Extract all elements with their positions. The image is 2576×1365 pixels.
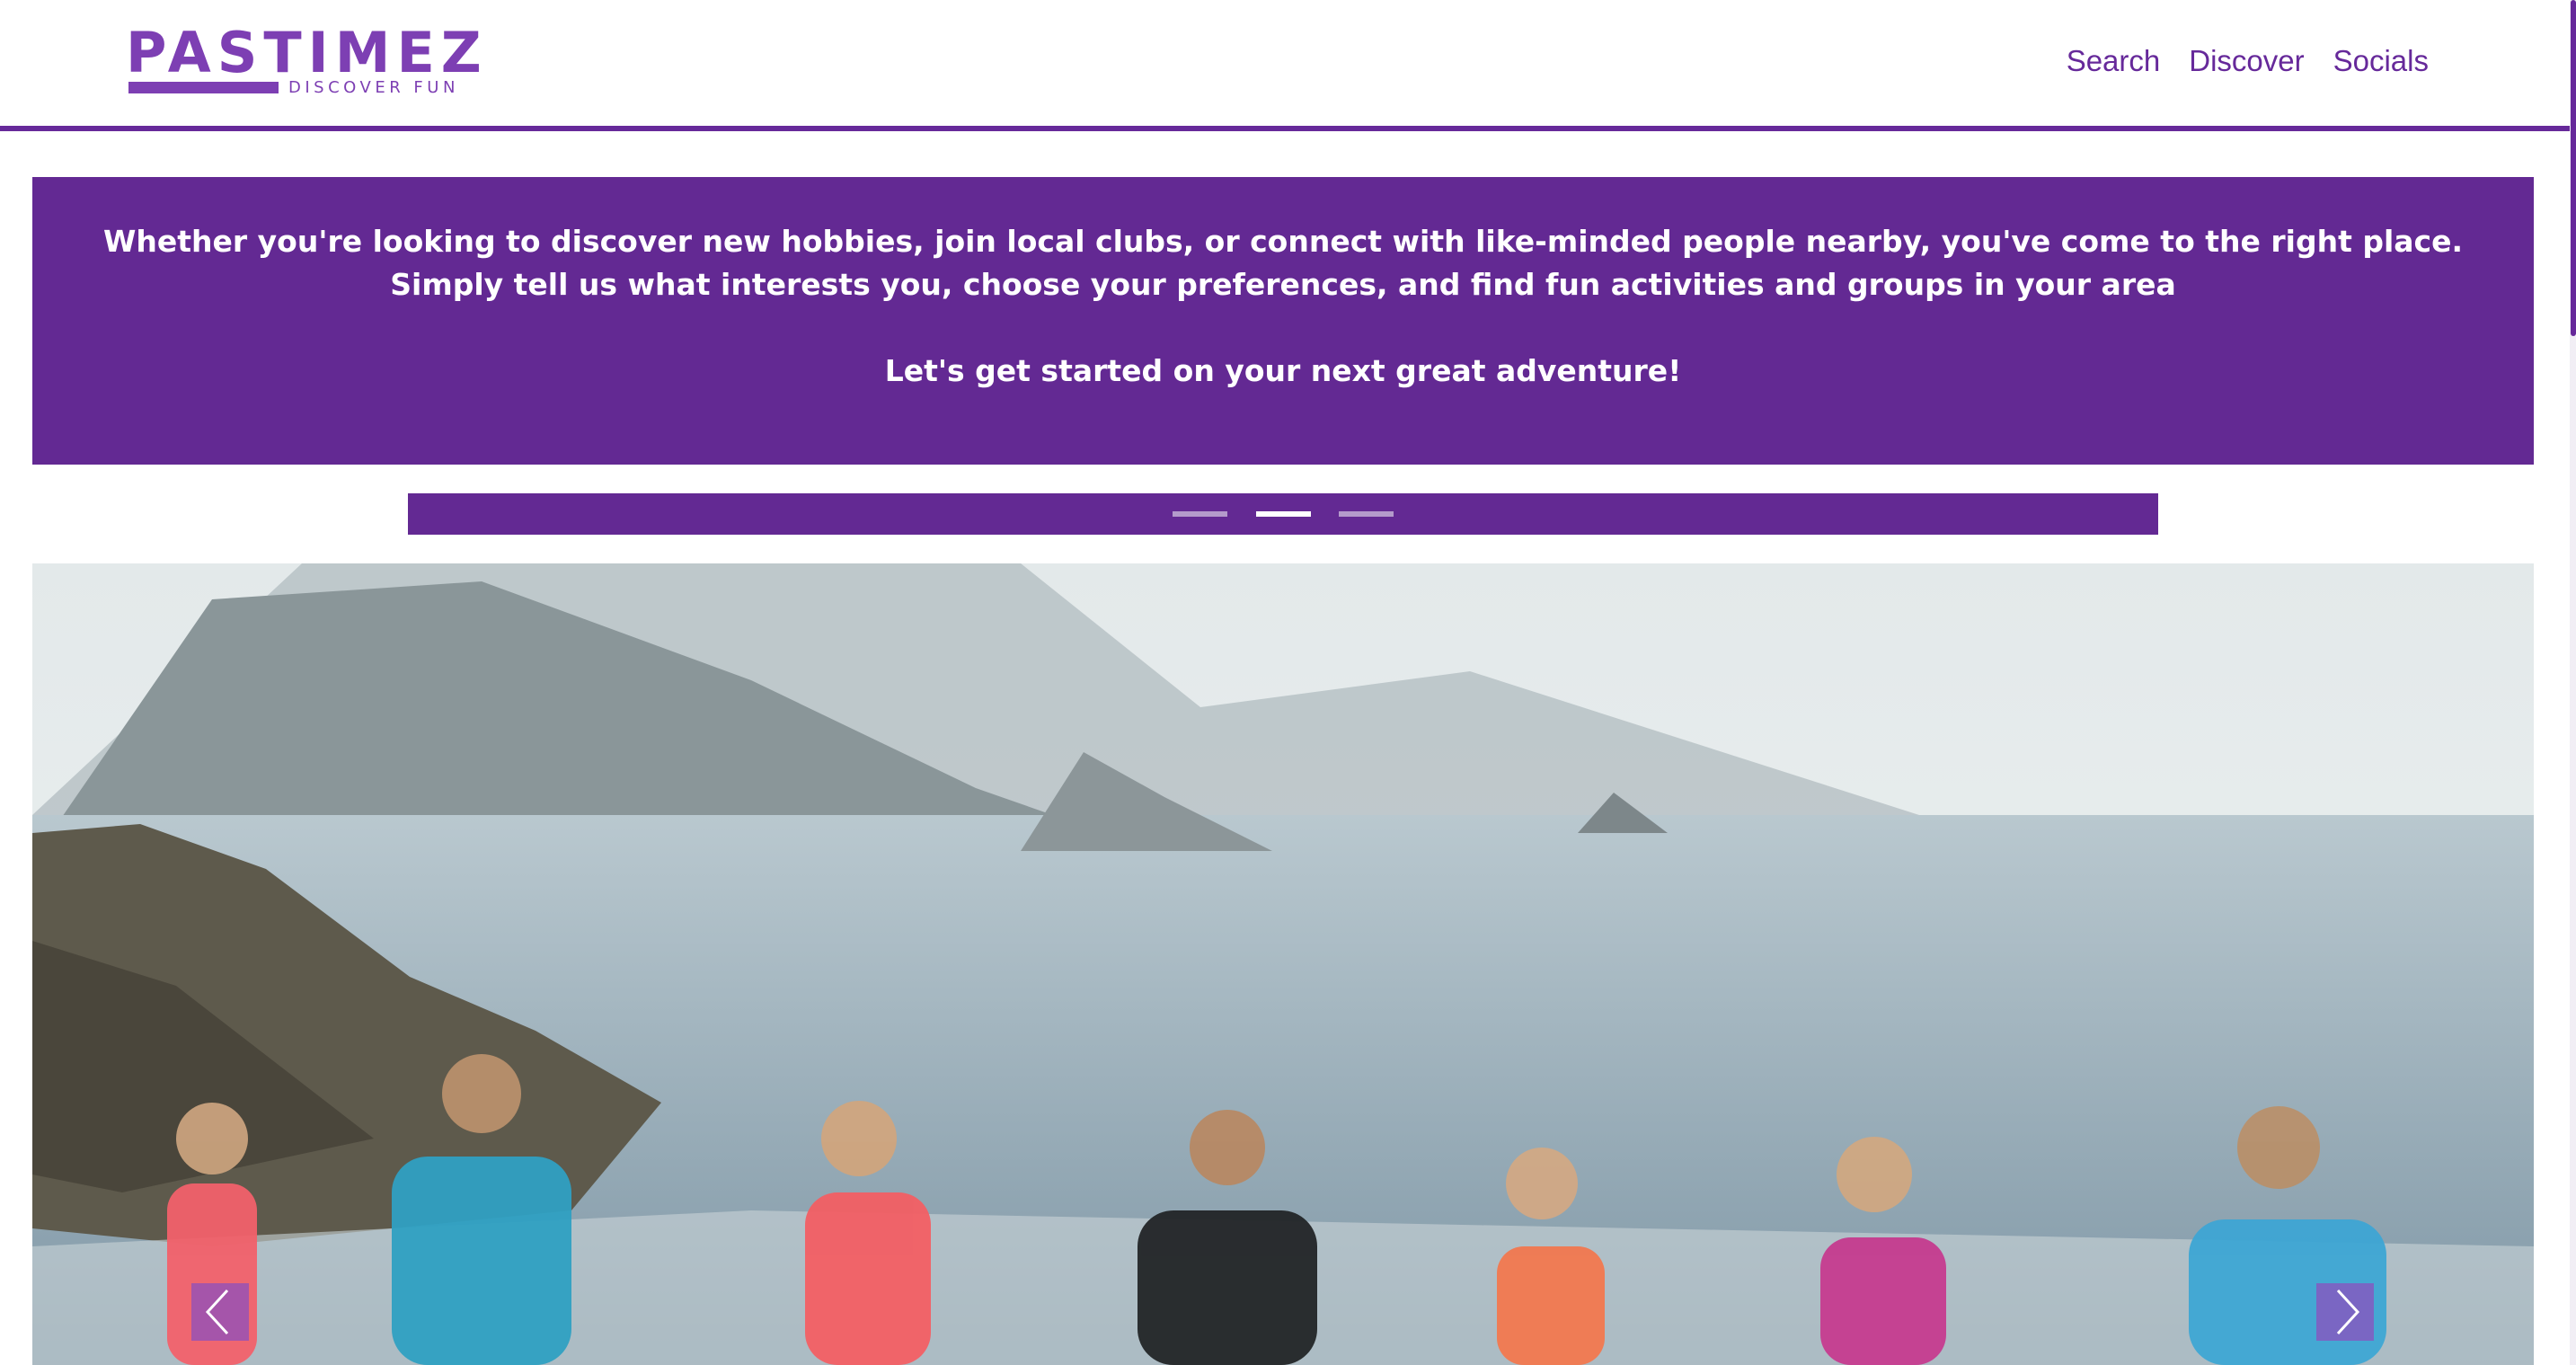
logo-underline: [128, 82, 279, 93]
nav-link-search[interactable]: Search: [2067, 43, 2161, 79]
carousel-indicator-2-active[interactable]: [1256, 511, 1311, 517]
carousel-slide-image: [32, 563, 2534, 1365]
logo[interactable]: PASTIMEZ DISCOVER FUN: [126, 25, 485, 97]
nav-link-socials[interactable]: Socials: [2333, 43, 2429, 79]
intro-banner: Whether you're looking to discover new h…: [32, 177, 2534, 465]
scrollbar-thumb[interactable]: [2571, 0, 2576, 336]
logo-wordmark: PASTIMEZ: [126, 20, 488, 85]
carousel-indicator-3[interactable]: [1339, 511, 1394, 517]
coastal-runners-photo: [32, 563, 2534, 1365]
intro-text-line-1: Whether you're looking to discover new h…: [102, 224, 2464, 259]
page: PASTIMEZ DISCOVER FUN Search Discover So…: [0, 0, 2576, 1365]
logo-tagline: DISCOVER FUN: [288, 78, 459, 97]
chevron-right-icon: [2336, 1289, 2360, 1335]
site-header: PASTIMEZ DISCOVER FUN Search Discover So…: [0, 0, 2570, 131]
intro-text-line-2: Simply tell us what interests you, choos…: [390, 267, 2176, 302]
carousel-indicators: [408, 493, 2158, 535]
chevron-left-icon: [205, 1289, 229, 1335]
carousel-prev-button[interactable]: [191, 1283, 249, 1341]
main-nav: Search Discover Socials: [2067, 43, 2429, 79]
carousel-next-button[interactable]: [2316, 1283, 2374, 1341]
intro-call-to-action: Let's get started on your next great adv…: [884, 353, 1682, 388]
carousel-indicator-1[interactable]: [1173, 511, 1227, 517]
nav-link-discover[interactable]: Discover: [2189, 43, 2304, 79]
